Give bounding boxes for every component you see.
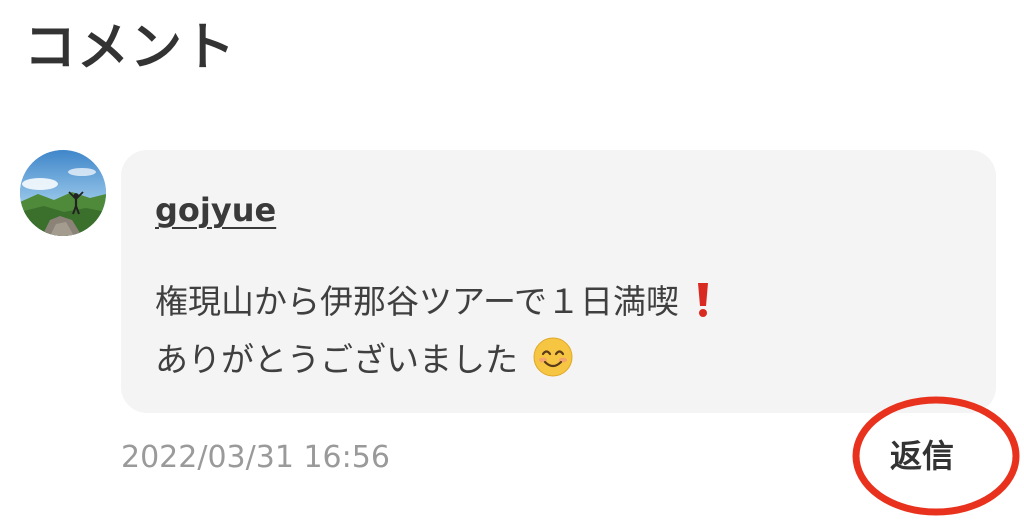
comment-line-1: 権現山から伊那谷ツアーで１日満喫: [155, 276, 712, 334]
comment-timestamp: 2022/03/31 16:56: [121, 440, 390, 475]
comment-line-2-text: ありがとうございました: [155, 340, 518, 379]
comment-body: 権現山から伊那谷ツアーで１日満喫 ありがとうございました: [155, 276, 712, 392]
avatar[interactable]: [20, 150, 106, 236]
page-title: コメント: [24, 18, 237, 78]
red-exclamation-icon: [694, 281, 712, 334]
avatar-mountain-photo: [20, 150, 106, 236]
comment-line-1-text: 権現山から伊那谷ツアーで１日満喫: [155, 282, 680, 321]
reply-button[interactable]: 返信: [890, 440, 954, 472]
smiling-face-icon: [533, 337, 573, 392]
comment-bubble: gojyue 権現山から伊那谷ツアーで１日満喫 ありがとうございました: [121, 150, 996, 413]
comment-line-2: ありがとうございました: [155, 334, 712, 392]
comment-author-link[interactable]: gojyue: [155, 194, 276, 226]
